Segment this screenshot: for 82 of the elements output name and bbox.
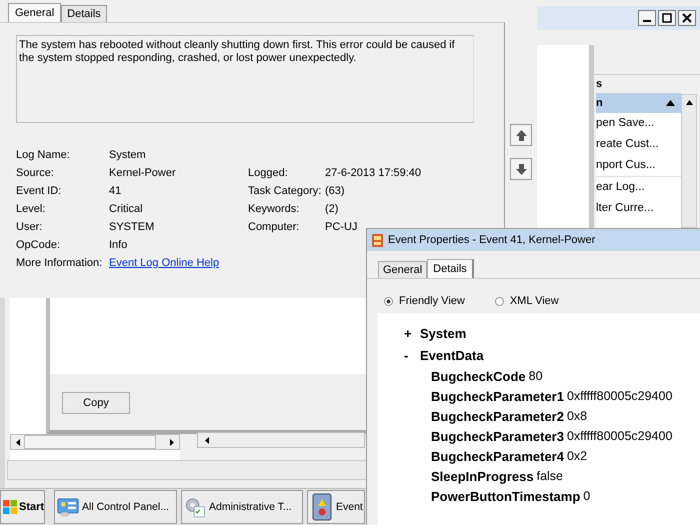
property-value: 0x2 — [566, 449, 588, 463]
field-value: (2) — [325, 203, 340, 215]
property-value: 0xfffff80005c29400 — [566, 429, 672, 443]
tree-node[interactable]: System — [420, 326, 466, 340]
radio-icon[interactable] — [384, 296, 393, 306]
tab[interactable]: General — [378, 261, 428, 278]
action-item[interactable]: reate Cust... — [596, 134, 681, 155]
event-log-icon — [372, 234, 383, 246]
property-value: false — [536, 469, 564, 483]
field-label: Event ID: — [16, 185, 62, 197]
field-value: Info — [109, 239, 128, 251]
property-value: 80 — [528, 369, 543, 383]
collapse-icon — [666, 100, 675, 106]
property-name: SleepInProgress — [431, 468, 534, 484]
close-button[interactable] — [678, 10, 696, 26]
field-label: OpCode: — [16, 239, 62, 251]
property-name: BugcheckCode — [431, 368, 526, 384]
field-label: Task Category: — [248, 185, 322, 197]
arrow-up-icon — [516, 130, 526, 140]
property-name: BugcheckParameter4 — [431, 448, 564, 464]
tab[interactable]: General — [8, 3, 62, 22]
radio-icon[interactable] — [494, 296, 504, 306]
description-box: The system has rebooted without cleanly shutting down first. This error could be caused if the system stopped responding, crashed, or lost power unexpectedly. — [16, 35, 474, 123]
property-value: 0 — [583, 489, 590, 503]
scroll-right-icon — [170, 438, 174, 446]
field-label: Logged: — [248, 167, 289, 179]
maximize-button[interactable] — [658, 10, 676, 26]
tree-node[interactable]: EventData — [420, 348, 484, 362]
action-item[interactable]: lter Curre... — [596, 198, 681, 219]
help-link[interactable]: Event Log Online Help — [109, 257, 220, 269]
minimize-button[interactable] — [638, 10, 656, 26]
field-value: 27-6-2013 17:59:40 — [325, 167, 422, 179]
field-label: Source: — [16, 167, 55, 179]
scroll-up-icon — [686, 100, 692, 105]
windows-logo-icon — [3, 500, 17, 514]
arrow-down-icon — [516, 164, 526, 174]
property-name: PowerButtonTimestamp — [431, 488, 580, 504]
scrollbar[interactable] — [10, 434, 180, 450]
scroll-left-icon — [205, 436, 209, 444]
section-header[interactable]: n — [596, 93, 681, 113]
field-value: SYSTEM — [109, 221, 156, 233]
field-label: Level: — [16, 203, 46, 215]
field-value: 41 — [109, 185, 122, 197]
taskbar-button[interactable]: All Control Panel... — [54, 490, 177, 524]
property-name: BugcheckParameter3 — [431, 428, 564, 444]
field-label: Computer: — [248, 221, 300, 233]
copy-button[interactable]: Copy — [62, 392, 130, 414]
property-value: 0xfffff80005c29400 — [566, 389, 672, 403]
tab[interactable]: Details — [61, 5, 107, 22]
property-name: BugcheckParameter2 — [431, 408, 564, 424]
view-radio[interactable]: XML View — [494, 289, 559, 313]
tab[interactable]: Details — [427, 259, 474, 278]
taskbar-button[interactable]: Administrative T... — [181, 490, 303, 524]
scrollbar[interactable] — [197, 432, 365, 448]
field-value: Critical — [109, 203, 144, 215]
control-panel-icon — [57, 496, 79, 518]
field-value: (63) — [325, 185, 346, 197]
expand-toggle[interactable]: + — [404, 326, 410, 340]
field-value: Kernel-Power — [109, 167, 177, 179]
pane-heading: s — [596, 76, 681, 93]
expand-toggle[interactable]: - — [404, 348, 410, 362]
event-log-icon — [311, 493, 333, 521]
action-item[interactable]: nport Cus... — [596, 155, 681, 176]
move-down-button[interactable] — [510, 158, 532, 180]
scroll-left-icon — [16, 438, 20, 446]
gear-icon — [184, 496, 206, 518]
taskbar-button[interactable]: Event — [307, 490, 365, 524]
start-button[interactable]: Start — [0, 490, 45, 524]
field-value: System — [109, 149, 147, 161]
action-item[interactable]: pen Save... — [596, 113, 681, 134]
property-name: BugcheckParameter1 — [431, 388, 564, 404]
scrollbar[interactable] — [681, 94, 697, 228]
window-title: Event Properties - Event 41, Kernel-Power — [388, 234, 596, 246]
property-value: 0x8 — [566, 409, 588, 423]
field-value: PC-UJ — [325, 221, 358, 233]
field-label: User: — [16, 221, 44, 233]
field-label: Log Name: — [16, 149, 71, 161]
field-label: More Information: — [16, 257, 104, 269]
field-label: Keywords: — [248, 203, 300, 215]
view-radio[interactable]: Friendly View — [384, 289, 465, 313]
move-up-button[interactable] — [510, 124, 532, 146]
minimize-icon — [643, 20, 651, 22]
